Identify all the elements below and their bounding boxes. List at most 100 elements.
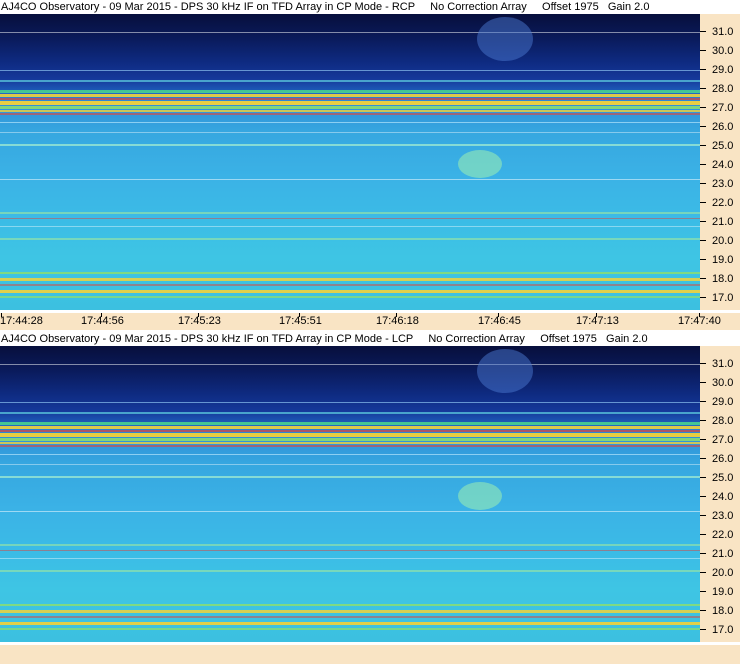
spectrogram-band: [0, 284, 700, 286]
spectrogram-band: [0, 32, 700, 33]
spectrogram-band: [0, 445, 700, 447]
spectrogram-band: [0, 364, 700, 365]
frequency-tick-label: 30.0: [712, 377, 734, 389]
frequency-tick-label: 29.0: [712, 396, 734, 408]
spectrogram-band: [0, 296, 700, 298]
emission-burst: [458, 150, 502, 178]
tick-mark: [700, 553, 706, 554]
frequency-tick: 20.0: [700, 567, 740, 579]
tick-mark: [700, 88, 706, 89]
frequency-tick-label: 27.0: [712, 434, 734, 446]
spectrogram-band: [0, 476, 700, 478]
frequency-tick-label: 17.0: [712, 624, 734, 636]
tick-mark: [700, 202, 706, 203]
spectrogram-band: [0, 402, 700, 403]
frequency-tick-label: 22.0: [712, 197, 734, 209]
frequency-tick-label: 29.0: [712, 64, 734, 76]
time-tick-label: 17:47:40: [678, 315, 721, 327]
bottom-strip: [0, 645, 740, 664]
tick-mark: [700, 534, 706, 535]
tick-mark: [700, 50, 706, 51]
frequency-tick: 19.0: [700, 254, 740, 266]
spectrogram-band: [0, 412, 700, 414]
frequency-tick: 31.0: [700, 358, 740, 370]
frequency-tick: 23.0: [700, 178, 740, 190]
spectrogram-band: [0, 544, 700, 546]
frequency-tick: 25.0: [700, 140, 740, 152]
tick-mark: [700, 515, 706, 516]
tick-mark: [700, 164, 706, 165]
spectrogram-band: [0, 122, 700, 123]
spectrogram-band: [0, 144, 700, 146]
spectrogram-band: [0, 511, 700, 512]
frequency-tick-label: 25.0: [712, 472, 734, 484]
tick-mark: [700, 496, 706, 497]
faint-emission: [477, 17, 533, 61]
frequency-tick: 22.0: [700, 529, 740, 541]
spectrogram-bands-lcp: [0, 349, 700, 630]
tick-mark: [700, 183, 706, 184]
frequency-tick: 17.0: [700, 624, 740, 636]
frequency-tick-label: 18.0: [712, 605, 734, 617]
time-tick-label: 17:45:51: [279, 315, 322, 327]
spectrogram-lcp[interactable]: [0, 346, 700, 642]
frequency-tick: 23.0: [700, 510, 740, 522]
tick-mark: [700, 297, 706, 298]
spectrogram-band: [0, 80, 700, 82]
frequency-tick-label: 23.0: [712, 510, 734, 522]
frequency-tick: 27.0: [700, 102, 740, 114]
frequency-axis-rcp: 31.0 30.0 29.0 28.0 27.0 26.0 25.0 24.0 23.0 22.0…: [700, 14, 740, 310]
emission-burst: [458, 482, 502, 510]
spectrogram-band: [0, 94, 700, 97]
frequency-tick-label: 27.0: [712, 102, 734, 114]
tick-mark: [700, 629, 706, 630]
frequency-tick-label: 20.0: [712, 567, 734, 579]
spectrogram-band: [0, 101, 700, 105]
spectrogram-band: [0, 570, 700, 572]
frequency-tick-label: 18.0: [712, 273, 734, 285]
tick-mark: [700, 221, 706, 222]
spectrogram-band: [0, 106, 700, 109]
spectrogram-band: [0, 464, 700, 465]
tick-mark: [700, 382, 706, 383]
spectrogram-band: [0, 616, 700, 618]
spectrogram-band: [0, 433, 700, 437]
spectrogram-band: [0, 226, 700, 227]
spectrogram-band: [0, 113, 700, 115]
spectrogram-band: [0, 622, 700, 625]
time-tick-label: 17:47:13: [576, 315, 619, 327]
tick-mark: [700, 145, 706, 146]
spectrogram-rcp[interactable]: [0, 14, 700, 310]
spectrogram-band: [0, 290, 700, 293]
frequency-tick: 29.0: [700, 64, 740, 76]
tick-mark: [700, 591, 706, 592]
frequency-tick-label: 20.0: [712, 235, 734, 247]
frequency-tick: 25.0: [700, 472, 740, 484]
frequency-tick: 21.0: [700, 548, 740, 560]
time-tick-label: 17:46:18: [376, 315, 419, 327]
frequency-tick-label: 19.0: [712, 586, 734, 598]
frequency-tick-label: 21.0: [712, 548, 734, 560]
time-tick-label: 17:46:45: [478, 315, 521, 327]
frequency-tick: 24.0: [700, 491, 740, 503]
frequency-tick-label: 26.0: [712, 453, 734, 465]
spectrogram-band: [0, 628, 700, 630]
spectrogram-band: [0, 98, 700, 100]
spectrogram-band: [0, 238, 700, 240]
frequency-tick: 28.0: [700, 415, 740, 427]
frequency-tick-label: 17.0: [712, 292, 734, 304]
spectrogram-band: [0, 426, 700, 429]
frequency-tick: 27.0: [700, 434, 740, 446]
frequency-tick-label: 25.0: [712, 140, 734, 152]
tick-mark: [700, 610, 706, 611]
tick-mark: [700, 439, 706, 440]
spectrogram-band: [0, 278, 700, 281]
frequency-tick: 31.0: [700, 26, 740, 38]
frequency-axis-lcp: 31.0 30.0 29.0 28.0 27.0 26.0 25.0 24.0 23.0 22.0…: [700, 346, 740, 642]
frequency-tick: 22.0: [700, 197, 740, 209]
frequency-tick-label: 24.0: [712, 491, 734, 503]
frequency-tick-label: 26.0: [712, 121, 734, 133]
frequency-tick-label: 19.0: [712, 254, 734, 266]
tick-mark: [700, 477, 706, 478]
tick-mark: [700, 363, 706, 364]
